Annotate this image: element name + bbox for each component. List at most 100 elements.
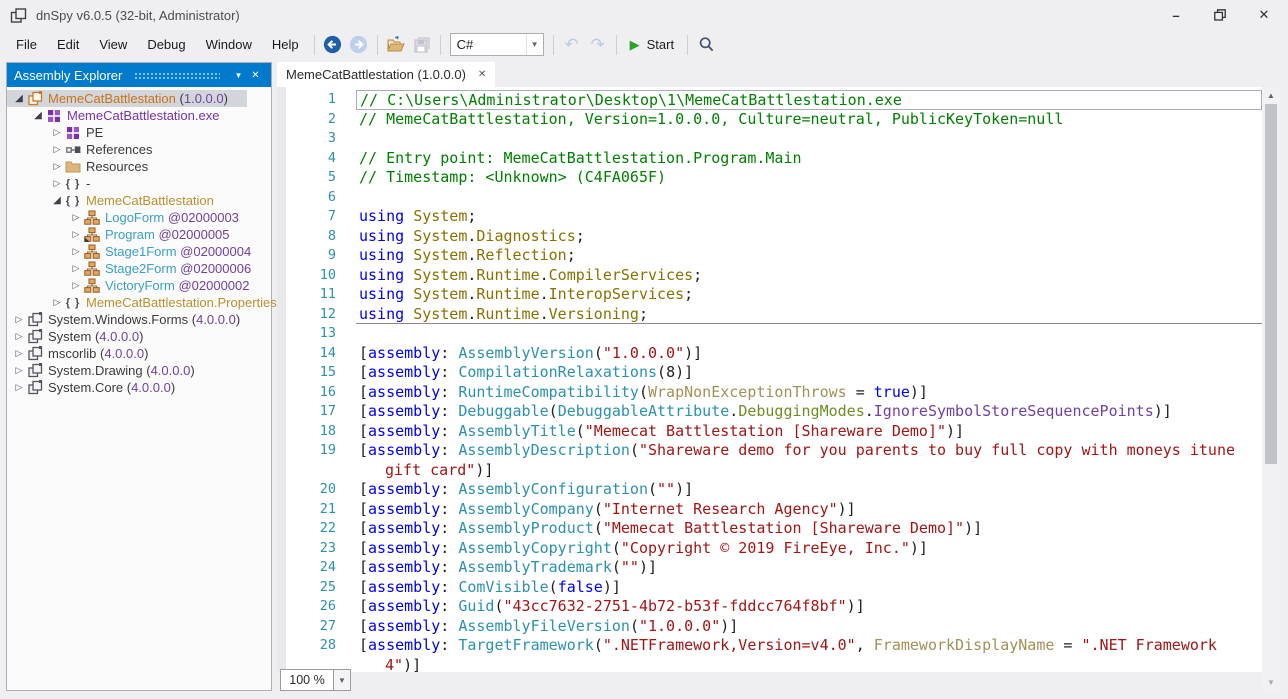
code-line[interactable]: 21[assembly: AssemblyCompany("Internet R… (286, 500, 1262, 520)
expand-icon[interactable]: ▷ (13, 314, 25, 325)
code-line[interactable]: 1// C:\Users\Administrator\Desktop\1\Mem… (286, 90, 1262, 110)
search-button[interactable] (693, 32, 719, 58)
collapse-icon[interactable]: ◢ (51, 195, 63, 206)
code-view[interactable]: 1// C:\Users\Administrator\Desktop\1\Mem… (277, 87, 1262, 672)
zoom-level-selector[interactable]: 100 % ▼ (280, 669, 351, 691)
code-line[interactable]: 13 (286, 324, 1262, 344)
code-line[interactable]: 9using System.Reflection; (286, 246, 1262, 266)
code-line[interactable]: 20[assembly: AssemblyConfiguration("")] (286, 480, 1262, 500)
code-line[interactable]: 3 (286, 129, 1262, 149)
menu-view[interactable]: View (89, 32, 137, 57)
document-tab[interactable]: MemeCatBattlestation (1.0.0.0) ✕ (277, 62, 495, 87)
code-line[interactable]: 26[assembly: Guid("43cc7632-2751-4b72-b5… (286, 597, 1262, 617)
save-all-button[interactable] (409, 32, 435, 58)
code-line[interactable]: gift card")] (286, 461, 1262, 481)
expand-icon[interactable]: ▷ (70, 263, 82, 274)
menu-help[interactable]: Help (262, 32, 309, 57)
navigate-forward-button[interactable] (346, 32, 372, 58)
code-line[interactable]: 15[assembly: CompilationRelaxations(8)] (286, 363, 1262, 383)
collapse-icon[interactable]: ◢ (32, 110, 44, 121)
menu-debug[interactable]: Debug (137, 32, 195, 57)
code-line[interactable]: 14[assembly: AssemblyVersion("1.0.0.0")] (286, 344, 1262, 364)
tree-item[interactable]: ▷System.Windows.Forms (4.0.0.0) (7, 311, 271, 328)
expand-icon[interactable]: ▷ (13, 365, 25, 376)
restore-button[interactable] (1198, 0, 1242, 30)
tree-item[interactable]: ▷References (7, 141, 271, 158)
tree-item[interactable]: ▷{ }- (7, 175, 271, 192)
panel-close-button[interactable]: ✕ (247, 70, 264, 81)
code-line[interactable]: 22[assembly: AssemblyProduct("Memecat Ba… (286, 519, 1262, 539)
minimize-button[interactable]: – (1154, 0, 1198, 30)
language-selector[interactable]: C# ▼ (450, 33, 544, 56)
navigate-back-button[interactable] (320, 32, 346, 58)
assembly-explorer-header[interactable]: Assembly Explorer ▼ ✕ (7, 63, 271, 87)
vertical-scrollbar[interactable]: ▲ ▼ (1262, 87, 1280, 692)
code-line[interactable]: 4// Entry point: MemeCatBattlestation.Pr… (286, 149, 1262, 169)
class-icon (84, 210, 100, 226)
expand-icon[interactable]: ▷ (51, 297, 63, 308)
tree-item[interactable]: ▷Stage2Form @02000006 (7, 260, 271, 277)
tree-item[interactable]: ◢{ }MemeCatBattlestation (7, 192, 271, 209)
expand-icon[interactable]: ▷ (13, 382, 25, 393)
tree-item[interactable]: ▷{ }MemeCatBattlestation.Properties (7, 294, 271, 311)
code-line[interactable]: 5// Timestamp: <Unknown> (C4FA065F) (286, 168, 1262, 188)
code-line[interactable]: 25[assembly: ComVisible(false)] (286, 578, 1262, 598)
undo-button[interactable]: ↶ (559, 32, 585, 58)
chevron-down-icon[interactable]: ▼ (526, 34, 543, 55)
code-line[interactable]: 10using System.Runtime.CompilerServices; (286, 266, 1262, 286)
expand-icon[interactable]: ▷ (51, 178, 63, 189)
code-line[interactable]: 28[assembly: TargetFramework(".NETFramew… (286, 636, 1262, 656)
code-line[interactable]: 7using System; (286, 207, 1262, 227)
code-line[interactable]: 17[assembly: Debuggable(DebuggableAttrib… (286, 402, 1262, 422)
menu-window[interactable]: Window (196, 32, 262, 57)
expand-icon[interactable]: ▷ (51, 127, 63, 138)
code-line[interactable]: 8using System.Diagnostics; (286, 227, 1262, 247)
collapse-icon[interactable]: ◢ (13, 93, 25, 104)
code-line[interactable]: 24[assembly: AssemblyTrademark("")] (286, 558, 1262, 578)
start-label: Start (647, 37, 674, 52)
expand-icon[interactable]: ▷ (51, 144, 63, 155)
tree-item[interactable]: ▷PE (7, 124, 271, 141)
code-line[interactable]: 12using System.Runtime.Versioning; (286, 305, 1262, 325)
scroll-up-icon[interactable]: ▲ (1262, 91, 1280, 100)
tree-item[interactable]: ◢MemeCatBattlestation.exe (7, 107, 271, 124)
code-line[interactable]: 19[assembly: AssemblyDescription("Sharew… (286, 441, 1262, 461)
pe-icon (65, 125, 81, 141)
code-line[interactable]: 16[assembly: RuntimeCompatibility(WrapNo… (286, 383, 1262, 403)
code-line[interactable]: 11using System.Runtime.InteropServices; (286, 285, 1262, 305)
tree-item[interactable]: ◢MemeCatBattlestation (1.0.0.0) (7, 90, 247, 107)
tree-item[interactable]: ▷System.Drawing (4.0.0.0) (7, 362, 271, 379)
tree-item[interactable]: ▷System.Core (4.0.0.0) (7, 379, 271, 396)
code-line[interactable]: 23[assembly: AssemblyCopyright("Copyrigh… (286, 539, 1262, 559)
tree-item[interactable]: ▷LogoForm @02000003 (7, 209, 271, 226)
tree-item[interactable]: ▷System (4.0.0.0) (7, 328, 271, 345)
code-line[interactable]: 18[assembly: AssemblyTitle("Memecat Batt… (286, 422, 1262, 442)
tree-item[interactable]: ▷Program @02000005 (7, 226, 271, 243)
tree-item[interactable]: ▷mscorlib (4.0.0.0) (7, 345, 271, 362)
open-file-button[interactable] (383, 32, 409, 58)
chevron-down-icon[interactable]: ▼ (334, 669, 351, 691)
start-debug-button[interactable]: ▶ Start (622, 32, 682, 58)
code-line[interactable]: 6 (286, 188, 1262, 208)
scroll-down-icon[interactable]: ▼ (1262, 678, 1280, 687)
code-line[interactable]: 27[assembly: AssemblyFileVersion("1.0.0.… (286, 617, 1262, 637)
panel-menu-button[interactable]: ▼ (230, 70, 247, 81)
tree-item[interactable]: ▷Resources (7, 158, 271, 175)
expand-icon[interactable]: ▷ (51, 161, 63, 172)
expand-icon[interactable]: ▷ (70, 212, 82, 223)
tree-item[interactable]: ▷VictoryForm @02000002 (7, 277, 271, 294)
code-line[interactable]: 2// MemeCatBattlestation, Version=1.0.0.… (286, 110, 1262, 130)
code-line[interactable]: 4")] (286, 656, 1262, 673)
tab-close-icon[interactable]: ✕ (478, 69, 486, 80)
close-button[interactable]: ✕ (1242, 0, 1286, 30)
menu-edit[interactable]: Edit (47, 32, 89, 57)
expand-icon[interactable]: ▷ (13, 331, 25, 342)
scrollbar-thumb[interactable] (1265, 104, 1277, 464)
expand-icon[interactable]: ▷ (70, 229, 82, 240)
redo-button[interactable]: ↷ (585, 32, 611, 58)
expand-icon[interactable]: ▷ (70, 280, 82, 291)
expand-icon[interactable]: ▷ (13, 348, 25, 359)
tree-item[interactable]: ▷Stage1Form @02000004 (7, 243, 271, 260)
expand-icon[interactable]: ▷ (70, 246, 82, 257)
menu-file[interactable]: File (6, 32, 47, 57)
